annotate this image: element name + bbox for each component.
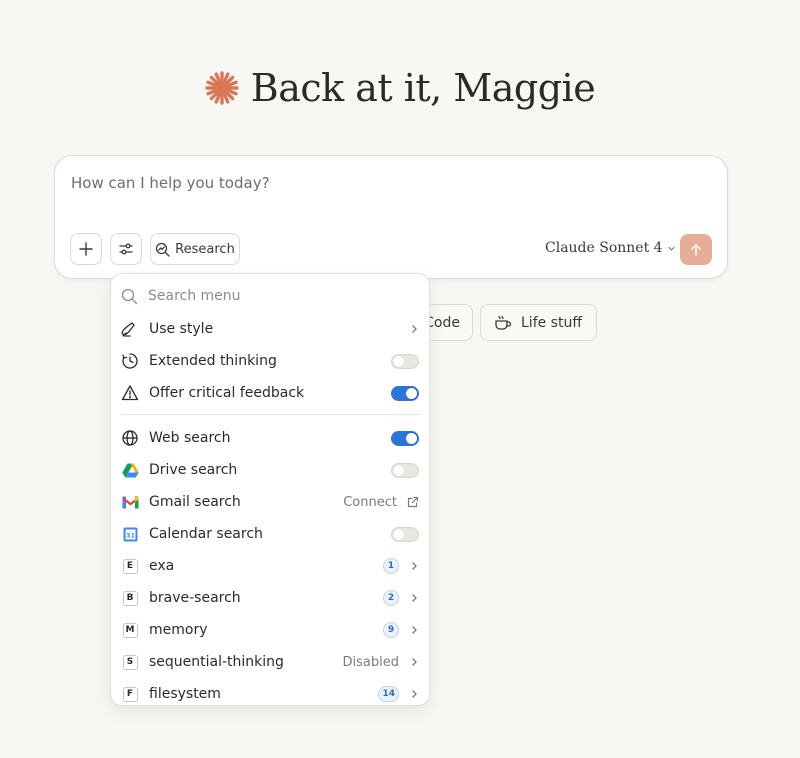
chevron-right-icon [412,594,417,602]
menu-item-gmail-search[interactable]: Gmail search Connect [111,486,429,518]
menu-item-brave-search[interactable]: B brave-search 2 [111,582,429,614]
menu-item-label: Web search [149,430,231,446]
warning-icon [121,384,139,402]
send-button[interactable] [680,234,712,265]
server-letter-icon: M [122,622,138,638]
gmail-connect-link[interactable]: Connect [343,495,397,510]
chevron-down-icon [667,246,675,251]
sliders-icon [119,243,133,255]
chip-life-stuff[interactable]: Life stuff [480,304,597,341]
coffee-cup-icon [495,315,512,330]
menu-item-label: Extended thinking [149,353,277,369]
globe-icon [121,429,139,447]
menu-item-label: filesystem [149,686,221,702]
pen-nib-icon [121,320,139,338]
tools-menu: Use style Extended thinking Offer critic… [110,273,430,706]
google-calendar-icon: 31 [121,525,139,543]
menu-item-exa[interactable]: E exa 1 [111,550,429,582]
menu-item-filesystem[interactable]: F filesystem 14 [111,678,429,705]
research-icon [156,242,170,257]
model-label: Claude Sonnet 4 [545,240,663,256]
menu-divider [121,414,421,415]
plus-icon [79,242,93,256]
chevron-right-icon [412,658,417,666]
chevron-right-icon [412,626,417,634]
menu-item-drive-search[interactable]: Drive search [111,454,429,486]
model-selector[interactable]: Claude Sonnet 4 [545,240,676,256]
claude-spark-icon [205,71,239,105]
status-text: Disabled [342,654,399,670]
menu-item-label: sequential-thinking [149,654,284,670]
research-label: Research [175,241,235,257]
web-search-toggle[interactable] [391,430,419,446]
clock-icon [121,352,139,370]
tool-count-badge: 9 [383,622,399,638]
extended-thinking-toggle[interactable] [391,353,419,369]
menu-item-label: Use style [149,321,214,337]
menu-item-label: memory [149,622,208,638]
chevron-right-icon [412,562,417,570]
menu-item-web-search[interactable]: Web search [111,422,429,454]
menu-item-label: Gmail search [149,494,241,510]
menu-item-extended-thinking[interactable]: Extended thinking [111,345,429,377]
menu-search-input[interactable] [148,288,398,304]
menu-item-label: Drive search [149,462,238,478]
menu-item-sequential-thinking[interactable]: S sequential-thinking Disabled [111,646,429,678]
menu-item-calendar-search[interactable]: 31 Calendar search [111,518,429,550]
gmail-icon [121,493,139,511]
chip-life-label: Life stuff [521,314,582,331]
server-letter-icon: S [122,654,138,670]
menu-item-critical-feedback[interactable]: Offer critical feedback [111,377,429,409]
tools-button[interactable] [110,233,142,265]
menu-item-label: Offer critical feedback [149,385,305,401]
server-letter-icon: E [122,558,138,574]
tool-count-badge: 14 [378,686,399,702]
search-icon [121,288,138,304]
menu-item-label: exa [149,558,175,574]
menu-item-memory[interactable]: M memory 9 [111,614,429,646]
server-letter-icon: B [122,590,138,606]
menu-search [121,284,421,308]
calendar-search-toggle[interactable] [391,526,419,542]
chat-composer: How can I help you today? Research Claud… [54,155,728,279]
menu-item-label: brave-search [149,590,241,606]
server-letter-icon: F [122,686,138,702]
prompt-input[interactable]: How can I help you today? [71,174,270,192]
add-button[interactable] [70,233,102,265]
chevron-right-icon [412,690,417,698]
critical-feedback-toggle[interactable] [391,385,419,401]
tool-count-badge: 1 [383,558,399,574]
page: Back at it, Maggie How can I help you to… [0,0,800,758]
menu-item-label: Calendar search [149,526,263,542]
greeting: Back at it, Maggie [0,66,800,110]
greeting-title: Back at it, Maggie [250,66,596,110]
arrow-up-icon [691,243,701,256]
google-drive-icon [121,461,139,479]
svg-text:31: 31 [125,531,135,539]
tool-count-badge: 2 [383,590,399,606]
chevron-right-icon [412,325,417,333]
menu-item-use-style[interactable]: Use style [111,313,429,345]
research-button[interactable]: Research [150,233,240,265]
drive-search-toggle[interactable] [391,462,419,478]
external-link-icon [407,496,419,508]
